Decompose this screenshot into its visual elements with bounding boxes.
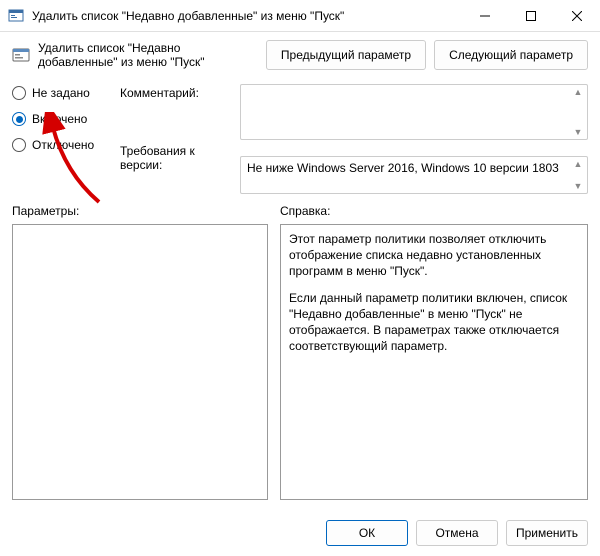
- scroll-down-icon[interactable]: ▼: [574, 181, 583, 191]
- requirements-label: Требования к версии:: [120, 144, 232, 172]
- scroll-up-icon[interactable]: ▲: [574, 87, 583, 97]
- scroll-arrows: ▲ ▼: [571, 87, 585, 137]
- radio-icon: [12, 86, 26, 100]
- ok-button[interactable]: ОК: [326, 520, 408, 546]
- parameters-label: Параметры:: [12, 204, 268, 218]
- parameters-panel: [12, 224, 268, 500]
- maximize-button[interactable]: [508, 0, 554, 32]
- scroll-up-icon[interactable]: ▲: [574, 159, 583, 169]
- dialog-footer: ОК Отмена Применить: [326, 520, 588, 546]
- app-icon: [8, 8, 24, 24]
- next-setting-button[interactable]: Следующий параметр: [434, 40, 588, 70]
- radio-enabled[interactable]: Включено: [12, 112, 112, 126]
- radio-not-configured[interactable]: Не задано: [12, 86, 112, 100]
- cancel-button[interactable]: Отмена: [416, 520, 498, 546]
- radio-label: Включено: [32, 112, 87, 126]
- radio-icon: [12, 112, 26, 126]
- comment-textarea[interactable]: ▲ ▼: [240, 84, 588, 140]
- policy-icon: [12, 46, 30, 64]
- titlebar: Удалить список "Недавно добавленные" из …: [0, 0, 600, 32]
- minimize-button[interactable]: [462, 0, 508, 32]
- requirements-text: Не ниже Windows Server 2016, Windows 10 …: [247, 161, 559, 175]
- apply-button[interactable]: Применить: [506, 520, 588, 546]
- help-label: Справка:: [280, 204, 330, 218]
- previous-setting-button[interactable]: Предыдущий параметр: [266, 40, 426, 70]
- radio-label: Не задано: [32, 86, 90, 100]
- subheader: Удалить список "Недавно добавленные" из …: [0, 32, 600, 78]
- radio-label: Отключено: [32, 138, 94, 152]
- help-paragraph: Этот параметр политики позволяет отключи…: [289, 231, 579, 280]
- policy-title: Удалить список "Недавно добавленные" из …: [38, 41, 258, 69]
- help-paragraph: Если данный параметр политики включен, с…: [289, 290, 579, 355]
- window-title: Удалить список "Недавно добавленные" из …: [32, 9, 462, 23]
- window-controls: [462, 0, 600, 31]
- radio-icon: [12, 138, 26, 152]
- radio-disabled[interactable]: Отключено: [12, 138, 112, 152]
- requirements-box: Не ниже Windows Server 2016, Windows 10 …: [240, 156, 588, 194]
- scroll-arrows: ▲ ▼: [571, 159, 585, 191]
- help-panel: Этот параметр политики позволяет отключи…: [280, 224, 588, 500]
- scroll-down-icon[interactable]: ▼: [574, 127, 583, 137]
- state-radio-group: Не задано Включено Отключено: [12, 84, 112, 194]
- comment-label: Комментарий:: [120, 86, 232, 100]
- close-button[interactable]: [554, 0, 600, 32]
